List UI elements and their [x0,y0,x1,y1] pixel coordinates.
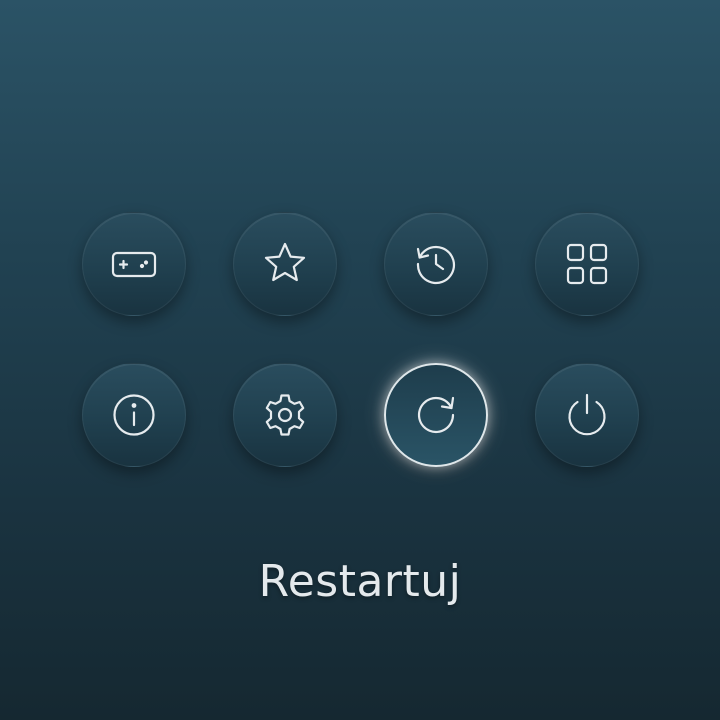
star-icon [261,240,309,288]
restart-button[interactable] [384,363,488,467]
settings-icon [261,391,309,439]
games-button[interactable] [82,212,186,316]
history-button[interactable] [384,212,488,316]
restart-icon [412,391,460,439]
quick-menu: Restartuj [0,0,720,720]
history-icon [412,240,460,288]
favorites-button[interactable] [233,212,337,316]
settings-button[interactable] [233,363,337,467]
power-button[interactable] [535,363,639,467]
apps-button[interactable] [535,212,639,316]
grid-icon [563,240,611,288]
info-icon [110,391,158,439]
info-button[interactable] [82,363,186,467]
power-icon [563,391,611,439]
gamepad-icon [110,240,158,288]
selected-option-label: Restartuj [258,556,462,607]
